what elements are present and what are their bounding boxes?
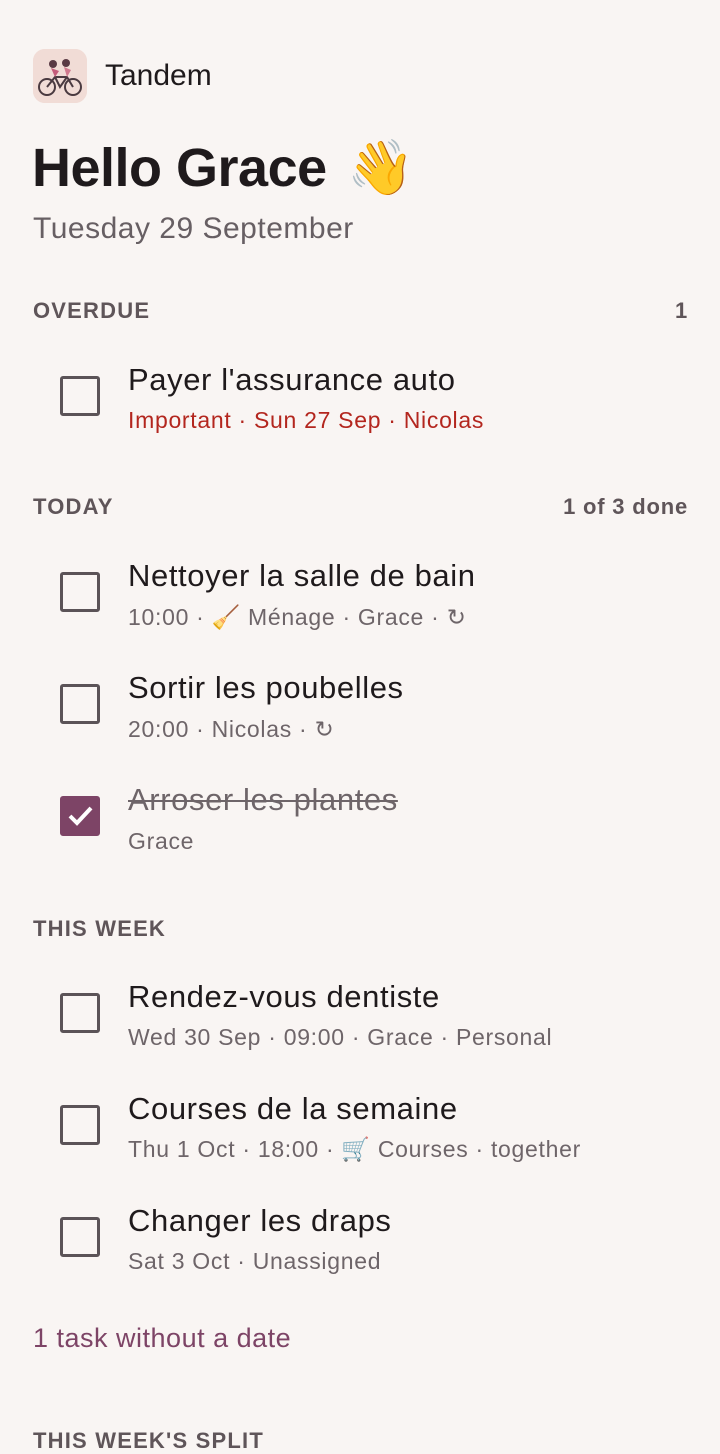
greeting-title: Hello Grace 👋 [32, 136, 414, 200]
task-item[interactable]: Payer l'assurance auto Important · Sun 2… [0, 350, 720, 450]
task-checkbox[interactable] [60, 572, 100, 612]
section-header-overdue: OVERDUE 1 [33, 298, 688, 324]
task-meta: 20:00 · Nicolas · ↻ [128, 716, 334, 743]
task-meta: 10:00 · 🧹 Ménage · Grace · ↻ [128, 604, 467, 631]
task-checkbox[interactable] [60, 1217, 100, 1257]
task-title: Rendez-vous dentiste [128, 979, 440, 1014]
task-meta-text: Ménage · Grace · [240, 604, 447, 630]
checkmark-icon [68, 806, 93, 826]
task-meta: Wed 30 Sep · 09:00 · Grace · Personal [128, 1024, 553, 1050]
repeat-icon: ↻ [314, 717, 335, 743]
task-checkbox-checked[interactable] [60, 796, 100, 836]
task-checkbox[interactable] [60, 684, 100, 724]
task-item[interactable]: Courses de la semaine Thu 1 Oct · 18:00 … [0, 1079, 720, 1179]
task-checkbox[interactable] [60, 993, 100, 1033]
task-meta: Important · Sun 27 Sep · Nicolas [128, 407, 485, 433]
task-item[interactable]: Sortir les poubelles 20:00 · Nicolas · ↻ [0, 658, 720, 758]
undated-tasks-link[interactable]: 1 task without a date [33, 1323, 291, 1354]
repeat-icon: ↻ [446, 605, 467, 631]
task-meta-text: Courses · together [370, 1136, 581, 1162]
section-title: THIS WEEK [33, 916, 167, 941]
greeting-text: Hello Grace [32, 138, 327, 198]
task-item[interactable]: Changer les draps Sat 3 Oct · Unassigned [0, 1191, 720, 1291]
section-count: 1 of 3 done [563, 494, 688, 519]
app-header: Tandem [33, 48, 212, 104]
section-header-split: THIS WEEK'S SPLIT [33, 1428, 264, 1453]
task-meta: Sat 3 Oct · Unassigned [128, 1248, 382, 1274]
task-title: Courses de la semaine [128, 1091, 458, 1126]
task-title: Sortir les poubelles [128, 670, 404, 705]
task-meta-text: 20:00 · Nicolas · [128, 716, 315, 742]
task-item[interactable]: Arroser les plantes Grace [0, 770, 720, 870]
task-meta: Thu 1 Oct · 18:00 · 🛒 Courses · together [128, 1136, 581, 1163]
task-meta-text: Thu 1 Oct · 18:00 · [128, 1136, 342, 1162]
section-title: OVERDUE [33, 298, 151, 323]
task-checkbox[interactable] [60, 376, 100, 416]
task-title: Arroser les plantes [128, 782, 398, 817]
shopping-cart-icon: 🛒 [341, 1137, 371, 1163]
broom-icon: 🧹 [211, 605, 241, 631]
task-item[interactable]: Rendez-vous dentiste Wed 30 Sep · 09:00 … [0, 967, 720, 1067]
waving-hand-icon: 👋 [347, 136, 414, 199]
task-item[interactable]: Nettoyer la salle de bain 10:00 · 🧹 Ména… [0, 546, 720, 646]
current-date: Tuesday 29 September [33, 212, 354, 245]
task-title: Payer l'assurance auto [128, 362, 456, 397]
section-count: 1 [674, 298, 688, 323]
tandem-bicycle-logo [33, 49, 87, 103]
task-checkbox[interactable] [60, 1105, 100, 1145]
section-title: TODAY [33, 494, 114, 519]
section-header-this-week: THIS WEEK [33, 916, 688, 942]
task-meta-text: 10:00 · [128, 604, 212, 630]
task-meta: Grace [128, 828, 195, 854]
task-title: Nettoyer la salle de bain [128, 558, 476, 593]
app-name: Tandem [105, 59, 212, 92]
section-header-today: TODAY 1 of 3 done [33, 494, 688, 520]
task-title: Changer les draps [128, 1203, 392, 1238]
